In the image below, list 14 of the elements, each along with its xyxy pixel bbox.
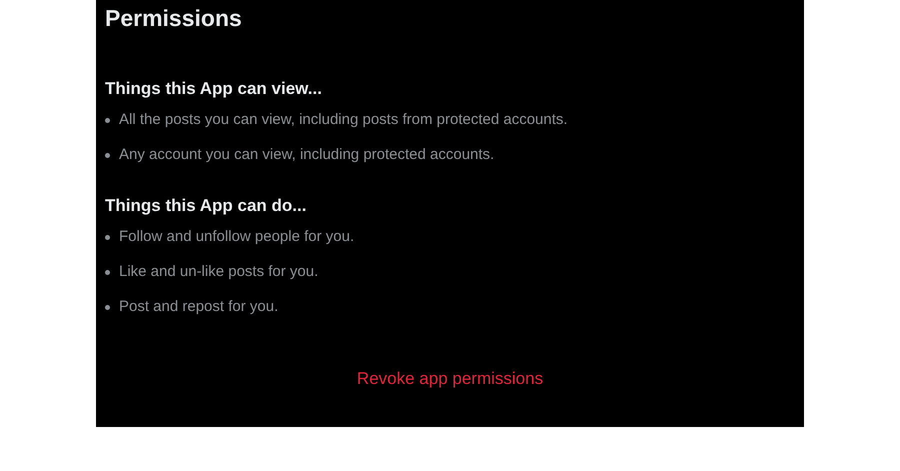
bullet-icon xyxy=(105,304,110,310)
bullet-icon xyxy=(105,234,110,240)
bullet-icon xyxy=(105,118,110,122)
page-title: Permissions xyxy=(105,4,243,32)
bullet-icon xyxy=(105,152,110,158)
bullet-icon xyxy=(105,270,110,274)
revoke-link[interactable]: Revoke app permissions xyxy=(356,369,544,388)
section-heading: Things this App can do... xyxy=(105,195,308,217)
section-heading: Things this App can view... xyxy=(105,78,323,100)
permission-text: Any account you can view, including protected accounts. xyxy=(119,145,494,165)
permission-text: All the posts you can view, including posts from protected accounts. xyxy=(119,110,568,130)
permission-text: Post and repost for you. xyxy=(119,297,278,317)
permission-text: Follow and unfollow people for you. xyxy=(119,227,354,247)
permission-text: Like and un-like posts for you. xyxy=(119,262,318,282)
